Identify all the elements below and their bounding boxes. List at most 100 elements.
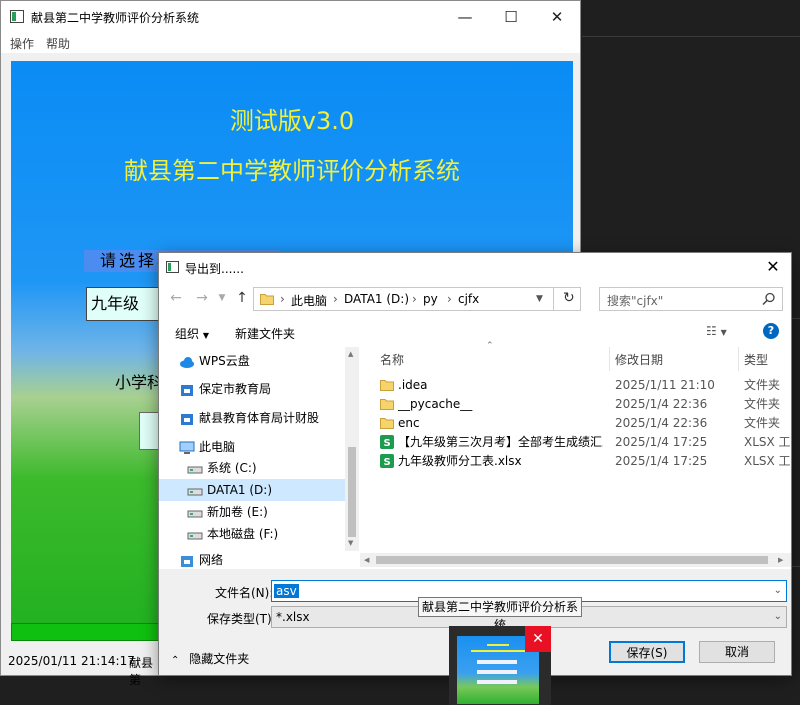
chevron-down-icon: ▼ [202,331,209,340]
menu-operate[interactable]: 操作 [10,35,34,52]
nav-item-label: 新加卷 (E:) [207,505,268,519]
thumbnail-line [471,650,525,652]
cancel-button[interactable]: 取消 [699,641,775,663]
file-row[interactable]: __pycache__ 2025/1/4 22:36 文件夹 [360,395,791,414]
svg-text:S: S [384,457,391,468]
breadcrumb-cjfx[interactable]: cjfx [458,292,479,306]
nav-item[interactable]: 保定市教育局 [159,378,345,400]
thumbnail-line [477,660,517,664]
scroll-thumb[interactable] [348,447,356,537]
column-divider [738,347,739,371]
hide-folders-toggle[interactable]: ⌃ 隐藏文件夹 [171,650,249,667]
search-input[interactable]: 搜索"cjfx" [599,287,783,311]
file-name: .idea [398,378,428,392]
file-date: 2025/1/4 22:36 [615,416,708,430]
nav-item[interactable]: 献县教育体育局计财股 [159,407,345,429]
org-icon [179,411,195,425]
chevron-down-icon[interactable]: ⌄ [774,581,782,601]
svg-text:S: S [384,438,391,449]
nav-item[interactable]: 此电脑 [159,436,345,458]
breadcrumb-py[interactable]: py [423,292,438,306]
chevron-down-icon[interactable]: ▼ [536,294,543,304]
up-arrow-icon[interactable]: ↑ [231,287,253,309]
new-folder-button[interactable]: 新建文件夹 [235,325,295,342]
breadcrumb-drive[interactable]: DATA1 (D:) [344,292,409,306]
app-name: 献县第二中学教师评价分析系统 [124,157,460,185]
organize-label: 组织 [175,327,200,341]
org-icon [179,382,195,396]
nav-item[interactable]: 新加卷 (E:) [159,501,345,523]
nav-item[interactable]: WPS云盘 [159,350,345,372]
file-name: enc [398,416,420,430]
file-date: 2025/1/4 22:36 [615,397,708,411]
scroll-down-icon[interactable]: ▼ [348,539,353,547]
save-button[interactable]: 保存(S) [609,641,685,663]
filename-value: asv [274,584,299,598]
horizontal-scrollbar[interactable]: ◀ ▶ [360,553,791,567]
file-type: 文件夹 [744,397,781,411]
folder-icon [260,294,274,305]
nav-scrollbar[interactable]: ▲ ▼ [345,347,359,551]
file-row[interactable]: .idea 2025/1/11 21:10 文件夹 [360,376,791,395]
refresh-icon[interactable]: ↻ [563,290,575,306]
address-bar[interactable]: › 此电脑 › DATA1 (D:) › py › cjfx ▼ ↻ [253,287,581,311]
column-name[interactable]: 名称 [380,351,404,368]
nav-item-label: 此电脑 [199,440,236,454]
file-name: 【九年级第三次月考】全部考生成绩汇总... [398,435,603,449]
window-title: 献县第二中学教师评价分析系统 [31,11,200,25]
history-chevron-icon[interactable]: ▼ [211,287,233,309]
minimize-button[interactable]: — [442,1,488,33]
menu-bar: 操作 帮助 [1,33,580,53]
dialog-app-icon [166,261,179,273]
forward-arrow-icon[interactable]: → [191,287,213,309]
chevron-down-icon: ⌄ [773,611,782,622]
nav-item[interactable]: DATA1 (D:) [159,479,345,501]
back-arrow-icon[interactable]: ← [165,287,187,309]
column-type[interactable]: 类型 [744,351,768,368]
cloud-icon [179,354,195,368]
sort-up-icon: ⌃ [486,341,494,351]
search-icon [762,292,775,306]
app-version: 测试版v3.0 [229,107,355,135]
scroll-up-icon[interactable]: ▲ [348,350,353,358]
file-type: XLSX 工作表 [744,454,791,468]
close-button[interactable]: ✕ [534,1,580,33]
drive-icon [187,527,203,541]
filename-label: 文件名(N): [215,586,274,600]
column-date[interactable]: 修改日期 [615,351,663,368]
chevron-right-icon: › [412,292,417,306]
menu-help[interactable]: 帮助 [46,35,70,52]
file-row[interactable]: S 九年级教师分工表.xlsx 2025/1/4 17:25 XLSX 工作表 [360,452,791,471]
chevron-right-icon: › [280,292,285,306]
chevron-up-icon: ⌃ [171,655,180,666]
nav-item[interactable]: 网络 [159,549,345,571]
thumbnail-line [477,680,517,684]
drive-icon [187,505,203,519]
nav-item[interactable]: 本地磁盘 (F:) [159,523,345,545]
thumbnail-close-icon[interactable]: ✕ [525,626,551,652]
view-options-icon[interactable]: ☷ ▼ [706,324,727,338]
help-icon[interactable]: ? [763,323,779,339]
file-row[interactable]: S 【九年级第三次月考】全部考生成绩汇总... 2025/1/4 17:25 XLSX… [360,433,791,452]
organize-button[interactable]: 组织 ▼ [175,325,209,342]
file-row[interactable]: enc 2025/1/4 22:36 文件夹 [360,414,791,433]
file-name: 九年级教师分工表.xlsx [398,454,522,468]
thumbnail-line [487,644,509,646]
nav-item-label: 本地磁盘 (F:) [207,527,279,541]
breadcrumb-this-pc[interactable]: 此电脑 [291,292,327,309]
progress-bar [11,623,164,641]
taskbar-thumbnail[interactable]: ✕ [449,626,551,705]
file-list-pane: ⌃ 名称 修改日期 类型 .idea 2025/1/11 21:10 文件夹 __py… [360,341,791,551]
subject-label: 小学科 [115,373,164,392]
maximize-button[interactable]: ☐ [488,1,534,33]
scroll-left-icon[interactable]: ◀ [364,556,369,564]
computer-icon [179,440,195,454]
scroll-thumb[interactable] [376,556,768,564]
hide-folders-label: 隐藏文件夹 [189,652,250,666]
scroll-right-icon[interactable]: ▶ [778,556,783,564]
chevron-right-icon: › [333,292,338,306]
dialog-close-button[interactable]: ✕ [759,255,787,279]
nav-item[interactable]: 系统 (C:) [159,457,345,479]
grade-select[interactable]: 九年级 [86,287,166,321]
file-date: 2025/1/4 17:25 [615,435,708,449]
